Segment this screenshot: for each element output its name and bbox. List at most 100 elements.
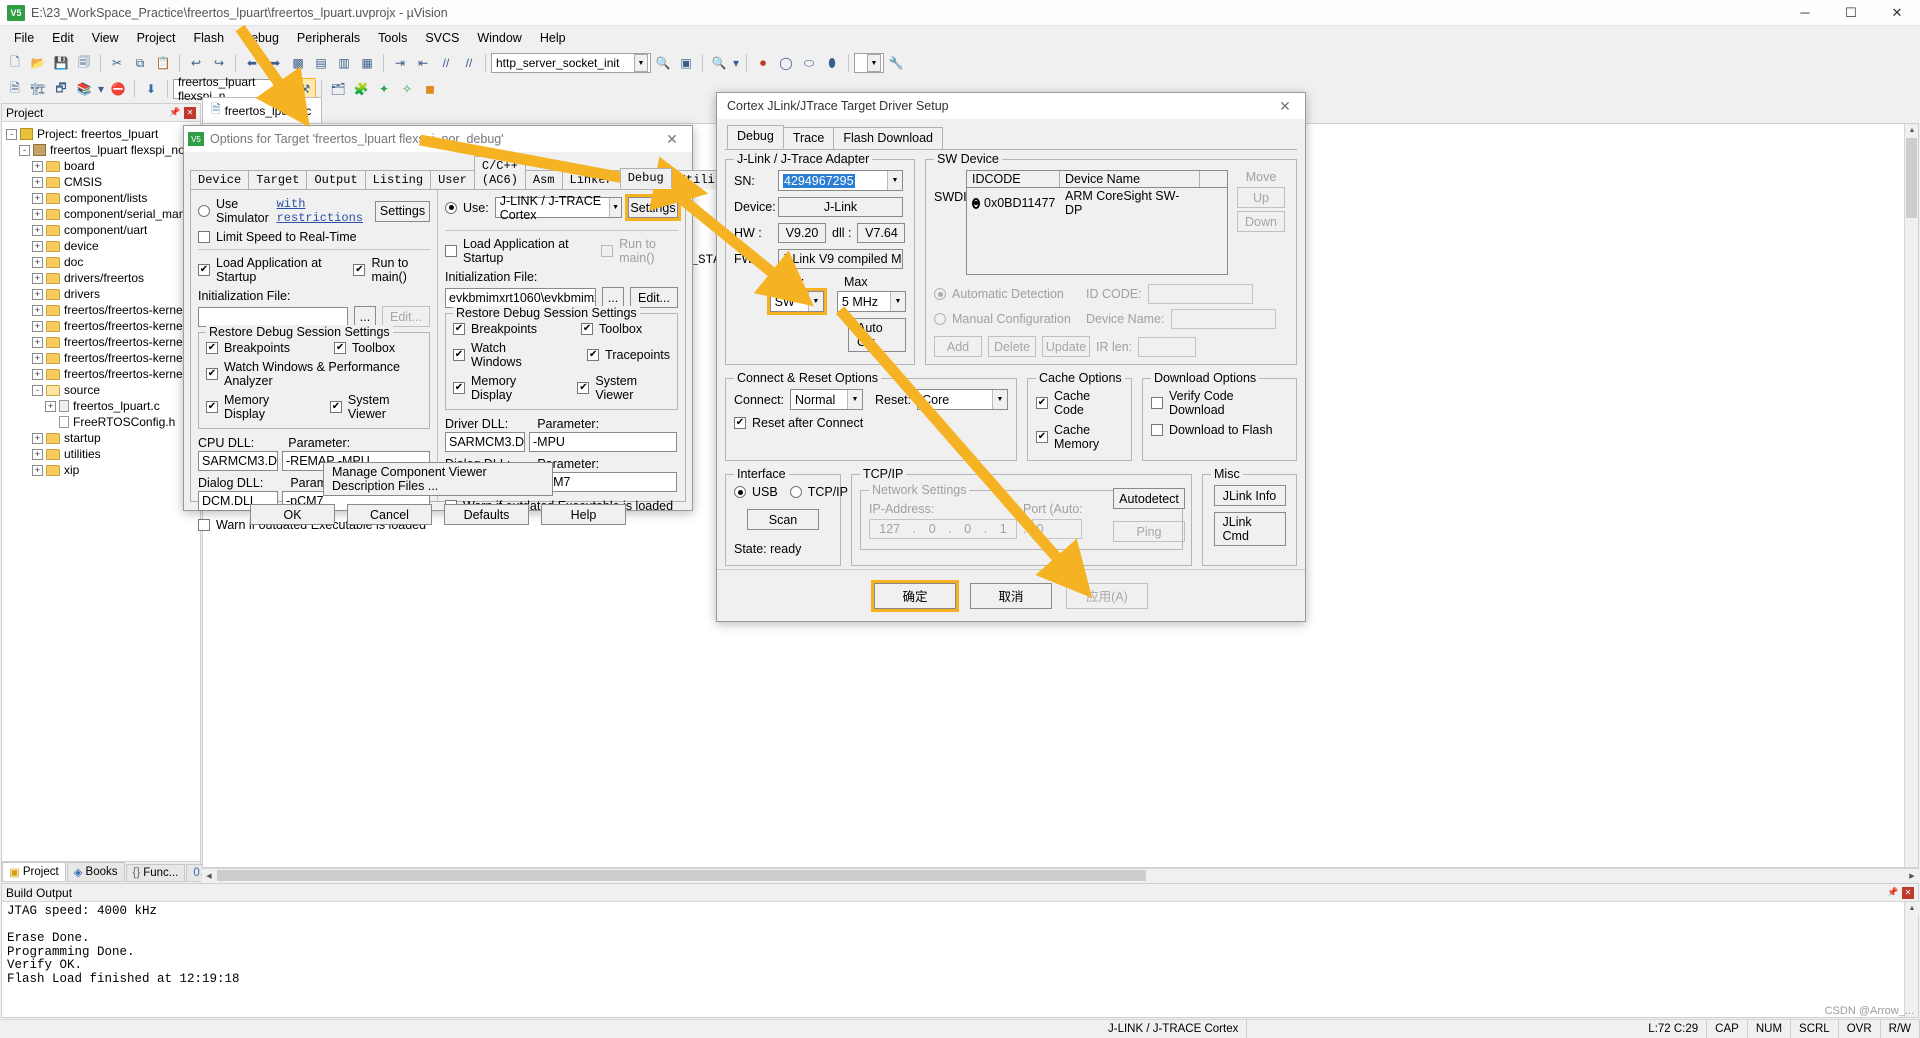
batch-build-icon[interactable]: 📚 xyxy=(73,78,95,100)
tab-user[interactable]: User xyxy=(430,170,475,189)
restore-tracepoints-checkbox-right[interactable] xyxy=(587,349,600,361)
sn-combo[interactable]: 4294967295 ▼ xyxy=(778,170,903,191)
pin-icon[interactable]: 📌 xyxy=(169,107,181,119)
download-icon[interactable]: ⬇ xyxy=(140,78,162,100)
load-app-checkbox-left[interactable] xyxy=(198,264,210,276)
menu-debug[interactable]: Debug xyxy=(233,28,288,48)
cache-memory-checkbox[interactable] xyxy=(1036,431,1048,443)
simulator-settings-button[interactable]: Settings xyxy=(375,200,430,222)
usb-radio[interactable] xyxy=(734,486,746,498)
tab-device[interactable]: Device xyxy=(190,170,250,189)
defaults-button[interactable]: Defaults xyxy=(444,504,529,525)
chevron-down-icon[interactable]: ▼ xyxy=(278,80,290,98)
chevron-down-icon[interactable]: ▼ xyxy=(807,292,823,311)
menu-file[interactable]: File xyxy=(5,28,43,48)
tree-item[interactable]: + freertos/freertos-kernel/in xyxy=(6,318,200,334)
expand-icon[interactable]: + xyxy=(32,464,43,476)
tree-item[interactable]: + utilities xyxy=(6,446,200,462)
pack-installer-icon[interactable]: ✧ xyxy=(396,78,418,100)
tree-item[interactable]: + freertos/freertos-kernel xyxy=(6,302,200,318)
editor-horizontal-scrollbar[interactable]: ◀ ▶ xyxy=(202,868,1919,882)
tab-project[interactable]: ▣ Project xyxy=(2,862,66,881)
tab-flash-download[interactable]: Flash Download xyxy=(833,127,943,149)
tree-item[interactable]: + CMSIS xyxy=(6,174,200,190)
ip-address-input[interactable]: 127. 0. 0. 1 xyxy=(869,519,1017,539)
close-icon[interactable]: ✕ xyxy=(1269,94,1301,118)
run-to-main-checkbox-left[interactable] xyxy=(353,264,366,276)
tab-listing[interactable]: Listing xyxy=(364,170,432,189)
tree-item[interactable]: FreeRTOSConfig.h xyxy=(6,414,200,430)
expand-icon[interactable]: + xyxy=(32,272,43,284)
uncomment-icon[interactable]: // xyxy=(458,52,480,74)
tree-item[interactable]: + freertos/freertos-kernel/po xyxy=(6,334,200,350)
close-icon[interactable]: ✕ xyxy=(1902,886,1914,899)
project-tree[interactable]: - Project: freertos_lpuart - freertos_lpuar… xyxy=(2,122,200,861)
back-icon[interactable]: ⬅ xyxy=(241,52,263,74)
chevron-down-icon[interactable]: ▾ xyxy=(731,52,741,74)
init-file-input-right[interactable]: evkbmimxrt1060\evkbmimxrt1060_flexspi xyxy=(445,287,596,308)
collapse-icon[interactable]: - xyxy=(19,144,30,156)
tree-item[interactable]: + drivers xyxy=(6,286,200,302)
reset-after-connect-checkbox[interactable] xyxy=(734,417,746,429)
jlink-target-driver-setup-dialog[interactable]: Cortex JLink/JTrace Target Driver Setup … xyxy=(716,92,1306,622)
restore-toolbox-checkbox-left[interactable] xyxy=(334,342,347,354)
tree-item[interactable]: - source xyxy=(6,382,200,398)
collapse-icon[interactable]: - xyxy=(6,128,17,140)
use-debugger-radio[interactable] xyxy=(445,201,457,214)
restore-breakpoints-checkbox-left[interactable] xyxy=(206,342,218,354)
expand-icon[interactable]: + xyxy=(32,352,43,364)
automatic-detection-radio[interactable] xyxy=(934,288,946,300)
update-button[interactable]: Update xyxy=(1042,336,1090,357)
bookmark-clear-icon[interactable]: ▦ xyxy=(356,52,378,74)
build-icon[interactable]: 🏗 xyxy=(27,78,49,100)
with-restrictions-link[interactable]: with restrictions xyxy=(277,197,363,225)
chevron-down-icon[interactable]: ▼ xyxy=(867,54,881,72)
scroll-up-icon[interactable]: ▲ xyxy=(1905,124,1918,137)
init-file-edit-left[interactable]: Edit... xyxy=(382,306,430,327)
chevron-down-icon[interactable]: ▼ xyxy=(992,390,1007,409)
tcpip-radio[interactable] xyxy=(789,486,802,498)
ir-len-input[interactable] xyxy=(1138,336,1197,357)
manage-runtime-icon[interactable]: 🧩 xyxy=(350,78,372,100)
chevron-down-icon[interactable]: ▼ xyxy=(634,54,648,72)
port-select[interactable]: SW ▼ xyxy=(769,291,824,312)
expand-icon[interactable]: + xyxy=(32,288,43,300)
tab-debug[interactable]: Debug xyxy=(727,125,784,149)
menu-help[interactable]: Help xyxy=(531,28,575,48)
verify-code-download-checkbox[interactable] xyxy=(1151,397,1164,409)
tree-item[interactable]: + board xyxy=(6,158,200,174)
tree-item[interactable]: + drivers/freertos xyxy=(6,270,200,286)
redo-icon[interactable]: ↪ xyxy=(208,52,230,74)
expand-icon[interactable]: + xyxy=(32,208,43,220)
expand-icon[interactable]: + xyxy=(32,448,43,460)
restore-sysviewer-checkbox-left[interactable] xyxy=(329,401,342,413)
use-simulator-radio[interactable] xyxy=(198,205,210,217)
new-item-icon[interactable]: ✦ xyxy=(373,78,395,100)
table-row[interactable]: 0x0BD11477 ARM CoreSight SW-DP xyxy=(967,188,1227,218)
comment-icon[interactable]: // xyxy=(435,52,457,74)
max-clock-select[interactable]: 5 MHz ▼ xyxy=(836,291,906,312)
autodetect-button[interactable]: Autodetect xyxy=(1113,488,1185,509)
expand-icon[interactable]: + xyxy=(32,320,43,332)
restore-watch-checkbox-left[interactable] xyxy=(206,368,218,380)
ok-button[interactable]: 确定 xyxy=(874,582,956,609)
warn-outdated-checkbox-left[interactable] xyxy=(198,519,210,531)
cancel-button[interactable]: Cancel xyxy=(347,504,432,525)
editor-vertical-scrollbar[interactable]: ▲ xyxy=(1904,124,1918,867)
kill-breakpoints-icon[interactable]: ⬭ xyxy=(798,52,820,74)
cache-code-checkbox[interactable] xyxy=(1036,397,1048,409)
init-file-input-left[interactable] xyxy=(198,306,348,327)
scroll-thumb[interactable] xyxy=(1906,138,1917,218)
tree-item[interactable]: + freertos/freertos-kernel/po xyxy=(6,366,200,382)
editor-tab-freertos-lpuart-c[interactable]: 🗎 freertos_lpuart.c xyxy=(202,97,323,123)
indent-icon[interactable]: ⇥ xyxy=(389,52,411,74)
disable-breakpoints-icon[interactable]: ⬮ xyxy=(821,52,843,74)
collapse-icon[interactable]: - xyxy=(32,384,43,396)
tree-item[interactable]: - freertos_lpuart flexspi_nor_debug xyxy=(6,142,200,158)
build-output-scrollbar[interactable]: ▲ xyxy=(1904,902,1919,1017)
jlink-cmd-button[interactable]: JLink Cmd xyxy=(1213,512,1286,546)
tree-item[interactable]: + doc xyxy=(6,254,200,270)
ok-button[interactable]: OK xyxy=(250,504,335,525)
debugger-settings-button[interactable]: Settings xyxy=(628,197,678,218)
tab-asm[interactable]: Asm xyxy=(524,170,563,189)
